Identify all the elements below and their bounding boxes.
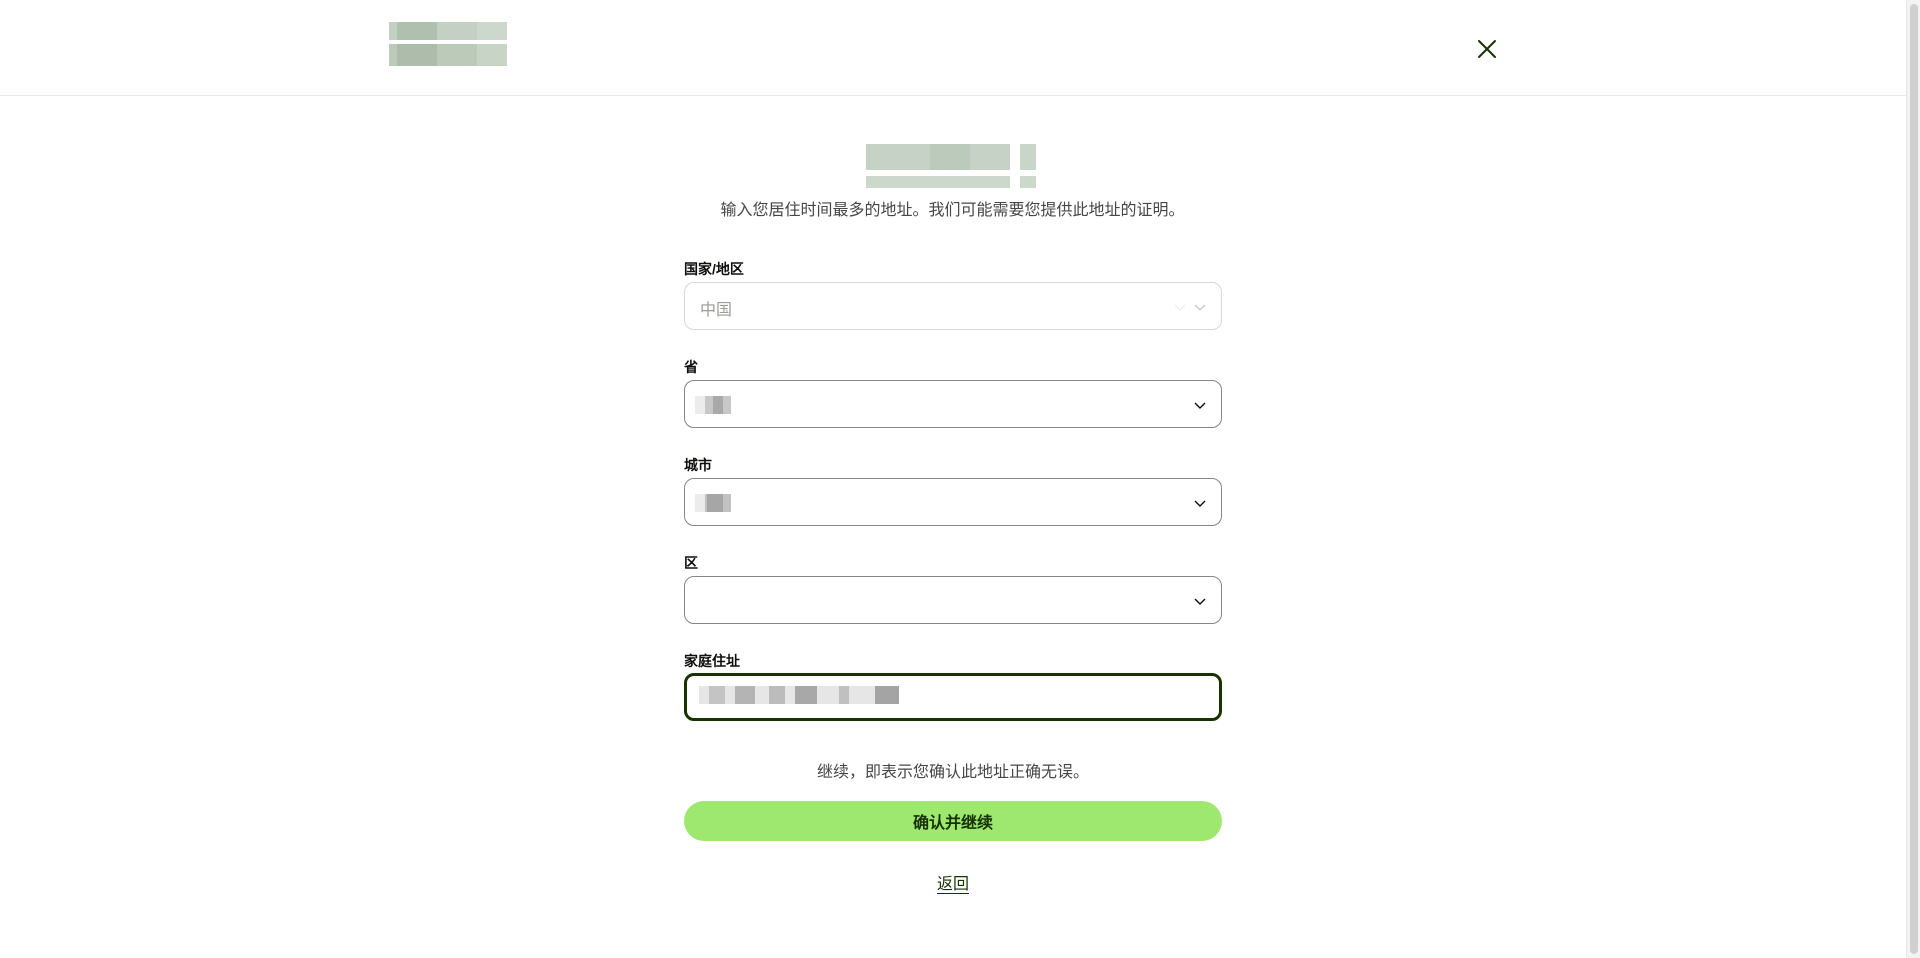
- scrollbar[interactable]: [1906, 0, 1920, 958]
- page-subtitle: 输入您居住时间最多的地址。我们可能需要您提供此地址的证明。: [720, 202, 1185, 219]
- province-label: 省: [684, 359, 698, 375]
- district-select[interactable]: [684, 576, 1222, 624]
- top-bar: [0, 0, 1906, 96]
- city-label: 城市: [684, 457, 712, 473]
- back-link[interactable]: 返回: [900, 870, 1006, 894]
- chevron-down-icon: [1194, 598, 1206, 605]
- home-address-label: 家庭住址: [684, 653, 740, 669]
- scrollbar-thumb[interactable]: [1910, 4, 1918, 954]
- city-select[interactable]: [684, 478, 1222, 526]
- district-label: 区: [684, 555, 698, 571]
- confirm-and-continue-button[interactable]: 确认并继续: [684, 801, 1222, 841]
- home-address-input[interactable]: [684, 673, 1222, 721]
- chevron-down-icon: [1194, 402, 1206, 409]
- page-heading: [866, 144, 1036, 188]
- province-select[interactable]: [684, 380, 1222, 428]
- country-value: 中国: [700, 302, 733, 319]
- confirmation-notice: 继续，即表示您确认此地址正确无误。: [816, 764, 1089, 781]
- chevron-down-icon: [1174, 304, 1186, 311]
- close-icon: [1478, 40, 1496, 58]
- close-button[interactable]: [1470, 32, 1504, 66]
- logo: [389, 22, 507, 66]
- country-label: 国家/地区: [684, 261, 744, 277]
- country-select: 中国: [684, 282, 1222, 330]
- chevron-down-icon: [1194, 500, 1206, 507]
- chevron-down-icon: [1194, 304, 1206, 311]
